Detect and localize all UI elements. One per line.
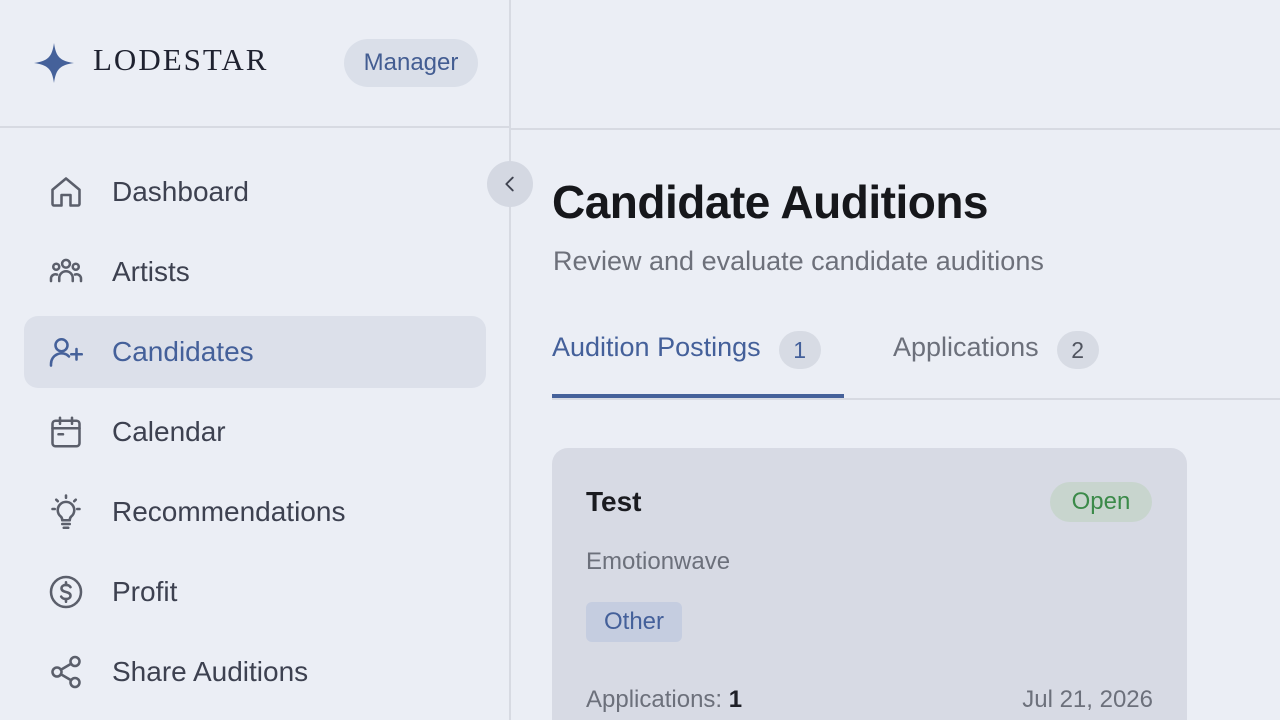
sidebar-item-label: Recommendations: [112, 496, 346, 527]
sidebar-nav: Dashboard Artists Candidates Calendar Re…: [24, 156, 486, 716]
applications-count: Applications: 1: [586, 686, 742, 714]
home-icon: [51, 177, 81, 207]
role-badge: Manager: [344, 39, 478, 87]
page-title: Candidate Auditions: [552, 176, 989, 228]
sidebar-item-calendar[interactable]: Calendar: [24, 396, 486, 468]
sidebar-item-label: Artists: [112, 256, 190, 287]
page-subtitle: Review and evaluate candidate auditions: [553, 246, 1044, 276]
user-plus-icon: [49, 337, 84, 367]
users-icon: [49, 258, 83, 283]
share-icon: [51, 655, 81, 689]
sidebar-item-label: Candidates: [112, 336, 254, 367]
tab-label: Applications: [893, 332, 1039, 362]
tab-bar: Audition Postings 1 Applications 2: [552, 318, 1280, 400]
sidebar-item-profit[interactable]: Profit: [24, 556, 486, 628]
tab-applications[interactable]: Applications 2: [893, 318, 1133, 398]
sidebar-item-label: Dashboard: [112, 176, 249, 207]
four-point-star-icon: [34, 43, 74, 83]
calendar-icon: [51, 416, 81, 448]
posting-date: Jul 21, 2026: [1022, 686, 1153, 713]
main-content: Candidate Auditions Review and evaluate …: [511, 0, 1280, 720]
app-root: LODESTAR Manager Dashboard Artists Candi…: [0, 0, 1280, 720]
status-badge: Open: [1050, 482, 1152, 522]
sidebar-item-dashboard[interactable]: Dashboard: [24, 156, 486, 228]
posting-company: Emotionwave: [586, 548, 731, 575]
chevron-left-icon: [505, 176, 514, 192]
dollar-circle-icon: [49, 575, 83, 609]
sidebar: LODESTAR Manager Dashboard Artists Candi…: [0, 0, 511, 720]
tab-count-badge: 2: [1056, 331, 1099, 369]
sidebar-item-artists[interactable]: Artists: [24, 236, 486, 308]
lightbulb-icon: [51, 494, 81, 530]
sidebar-item-label: Profit: [112, 576, 178, 607]
brand-name[interactable]: LODESTAR: [93, 42, 268, 78]
tab-label: Audition Postings: [552, 332, 761, 362]
sidebar-item-share-auditions[interactable]: Share Auditions: [24, 636, 486, 708]
sidebar-item-label: Calendar: [112, 416, 226, 447]
sidebar-item-label: Share Auditions: [112, 656, 309, 687]
collapse-sidebar-button[interactable]: [487, 161, 533, 207]
applications-value: 1: [728, 686, 743, 713]
brand-bar: LODESTAR Manager: [0, 0, 511, 128]
sidebar-item-candidates[interactable]: Candidates: [24, 316, 486, 388]
applications-label: Applications:: [586, 686, 723, 713]
posting-title: Test: [586, 486, 642, 517]
category-tag: Other: [586, 602, 682, 642]
top-bar: [511, 0, 1280, 130]
sidebar-item-recommendations[interactable]: Recommendations: [24, 476, 486, 548]
audition-posting-card[interactable]: Test Open Emotionwave Other Applications…: [552, 448, 1187, 720]
tab-count-badge: 1: [778, 331, 821, 369]
tab-audition-postings[interactable]: Audition Postings 1: [552, 318, 844, 398]
